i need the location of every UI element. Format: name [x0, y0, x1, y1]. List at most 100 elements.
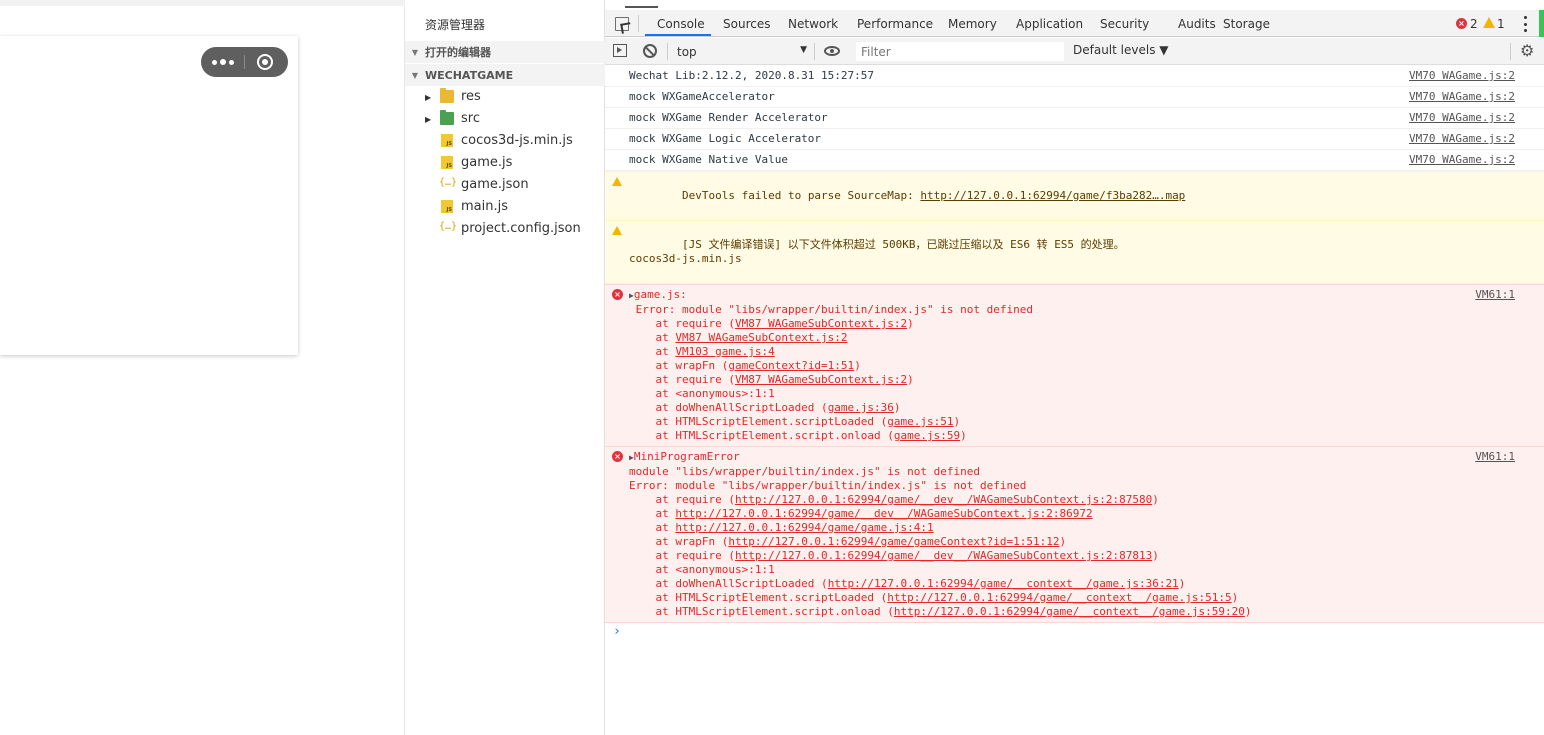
warning-message: [JS 文件编译错误] 以下文件体积超过 500KB，已跳过压缩以及 ES6 转…: [605, 221, 1544, 284]
file-label: main.js: [461, 199, 508, 214]
stack-link[interactable]: http://127.0.0.1:62994/game/__context__/…: [894, 605, 1245, 618]
tab-storage[interactable]: Storage: [1223, 17, 1270, 31]
stack-frame-end: ): [1178, 577, 1186, 590]
stack-link[interactable]: http://127.0.0.1:62994/game/__dev__/WAGa…: [735, 549, 1152, 562]
file-item[interactable]: {…} game.json: [405, 174, 605, 196]
error-count[interactable]: 2: [1470, 17, 1478, 31]
menu-capsule: [201, 47, 288, 77]
dropdown-icon: ▼: [800, 45, 807, 55]
error-title[interactable]: MiniProgramError: [634, 450, 740, 463]
file-explorer: 资源管理器 ▼ 打开的编辑器 ▼ WECHATGAME ▶ res ▶ src coco…: [405, 0, 605, 735]
chevron-right-icon[interactable]: ▶: [425, 93, 431, 102]
stack-link[interactable]: VM87 WAGameSubContext.js:2: [735, 373, 907, 386]
stack-frame-end: ): [907, 317, 914, 330]
panel-indicator: [625, 6, 658, 8]
tab-network[interactable]: Network: [788, 17, 838, 31]
sourcemap-link[interactable]: http://127.0.0.1:62994/game/f3ba282….map: [920, 189, 1185, 202]
stack-frame: at require (: [629, 317, 735, 330]
default-levels-select[interactable]: Default levels ▼: [1073, 43, 1169, 57]
stack-link[interactable]: gameContext?id=1:51: [728, 359, 854, 372]
source-link[interactable]: VM61:1: [1475, 288, 1515, 302]
toolbar-divider: [814, 43, 815, 60]
error-text: module "libs/wrapper/builtin/index.js" i…: [629, 465, 980, 478]
filter-input[interactable]: [856, 42, 1064, 61]
tab-sources[interactable]: Sources: [723, 17, 770, 31]
file-item[interactable]: game.js: [405, 152, 605, 174]
more-icon[interactable]: [1524, 16, 1528, 32]
stack-link[interactable]: game.js:36: [828, 401, 894, 414]
tab-performance[interactable]: Performance: [857, 17, 933, 31]
stack-frame: at HTMLScriptElement.scriptLoaded (: [629, 591, 888, 604]
stack-link[interactable]: VM87 WAGameSubContext.js:2: [675, 331, 847, 344]
stack-link[interactable]: http://127.0.0.1:62994/game/__dev__/WAGa…: [735, 493, 1152, 506]
json-file-icon: {…}: [439, 177, 458, 188]
source-link[interactable]: VM70 WAGame.js:2: [1409, 111, 1515, 125]
source-link[interactable]: VM61:1: [1475, 450, 1515, 464]
wechat-devtools-window: 资源管理器 ▼ 打开的编辑器 ▼ WECHATGAME ▶ res ▶ src coco…: [0, 0, 1544, 735]
file-item[interactable]: ▶ res: [405, 86, 605, 108]
file-item[interactable]: {…} project.config.json: [405, 218, 605, 240]
warning-text: [JS 文件编译错误] 以下文件体积超过 500KB，已跳过压缩以及 ES6 转…: [681, 238, 1125, 251]
stack-link[interactable]: VM103 game.js:4: [675, 345, 774, 358]
file-item[interactable]: cocos3d-js.min.js: [405, 130, 605, 152]
capsule-divider: [244, 55, 245, 69]
json-file-icon: {…}: [439, 221, 458, 232]
console-prompt[interactable]: ›: [605, 623, 1544, 643]
chevron-down-icon: ▼: [411, 47, 419, 57]
open-editors-section[interactable]: ▼ 打开的编辑器: [405, 41, 605, 63]
source-link[interactable]: VM70 WAGame.js:2: [1409, 132, 1515, 146]
inspect-icon[interactable]: [615, 17, 629, 31]
tab-application[interactable]: Application: [1016, 17, 1083, 31]
warning-text: DevTools failed to parse SourceMap:: [681, 189, 921, 202]
stack-link[interactable]: http://127.0.0.1:62994/game/__dev__/WAGa…: [675, 507, 1092, 520]
file-label: cocos3d-js.min.js: [461, 133, 573, 148]
source-link[interactable]: VM70 WAGame.js:2: [1409, 153, 1515, 167]
tab-divider: [638, 15, 639, 32]
log-text: mock WXGame Native Value: [629, 153, 788, 166]
clear-icon[interactable]: [643, 44, 657, 58]
error-icon[interactable]: ×: [1456, 18, 1467, 29]
stack-link[interactable]: http://127.0.0.1:62994/game/__context__/…: [887, 591, 1231, 604]
explorer-title: 资源管理器: [425, 18, 486, 32]
simulator-toolbar-strip: [0, 0, 405, 6]
js-file-icon: [441, 134, 453, 147]
stack-frame-end: ): [1152, 493, 1159, 506]
stack-frame: at doWhenAllScriptLoaded (: [629, 577, 828, 590]
js-file-icon: [441, 156, 453, 169]
stack-frame: at: [629, 507, 676, 520]
eye-icon[interactable]: [824, 46, 840, 56]
warning-icon[interactable]: [1483, 17, 1495, 28]
chevron-right-icon[interactable]: ▶: [425, 115, 431, 124]
stack-link[interactable]: http://127.0.0.1:62994/game/gameContext?…: [728, 535, 1059, 548]
log-text: mock WXGame Render Accelerator: [629, 111, 828, 124]
tab-security[interactable]: Security: [1100, 17, 1149, 31]
stack-link[interactable]: game.js:59: [894, 429, 960, 442]
sidebar-toggle-icon[interactable]: [613, 44, 627, 57]
project-section[interactable]: ▼ WECHATGAME: [405, 64, 605, 86]
toolbar-divider: [667, 43, 668, 60]
context-select[interactable]: top ▼: [675, 43, 809, 61]
tab-audits[interactable]: Audits: [1178, 17, 1216, 31]
stack-link[interactable]: VM87 WAGameSubContext.js:2: [735, 317, 907, 330]
tab-memory[interactable]: Memory: [948, 17, 997, 31]
warning-count[interactable]: 1: [1497, 17, 1505, 31]
stack-frame: at doWhenAllScriptLoaded (: [629, 401, 828, 414]
stack-frame-end: ): [960, 429, 967, 442]
tab-console[interactable]: Console: [657, 17, 705, 31]
stack-link[interactable]: http://127.0.0.1:62994/game/__context__/…: [828, 577, 1179, 590]
source-link[interactable]: VM70 WAGame.js:2: [1409, 90, 1515, 104]
stack-link[interactable]: http://127.0.0.1:62994/game/game.js:4:1: [675, 521, 933, 534]
capsule-menu-icon[interactable]: [201, 47, 244, 77]
stack-link[interactable]: game.js:51: [887, 415, 953, 428]
file-item[interactable]: main.js: [405, 196, 605, 218]
file-item[interactable]: ▶ src: [405, 108, 605, 130]
capsule-close-icon[interactable]: [257, 54, 273, 70]
source-link[interactable]: VM70 WAGame.js:2: [1409, 69, 1515, 83]
simulator-screen[interactable]: [0, 36, 298, 355]
stack-frame: at require (: [629, 549, 735, 562]
stack-frame: at <anonymous>:1:1: [629, 387, 775, 400]
gear-icon[interactable]: ⚙: [1520, 43, 1536, 59]
log-text: mock WXGameAccelerator: [629, 90, 775, 103]
error-title[interactable]: game.js:: [634, 288, 687, 301]
stack-frame: at wrapFn (: [629, 359, 729, 372]
